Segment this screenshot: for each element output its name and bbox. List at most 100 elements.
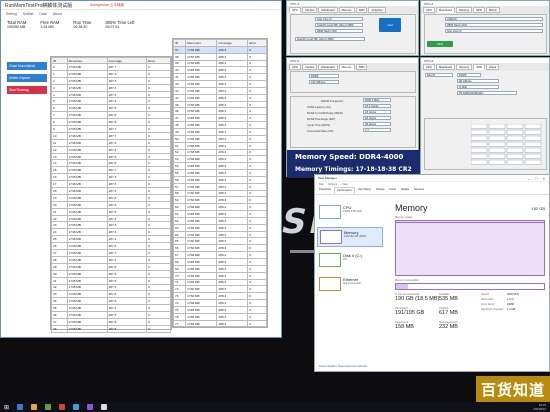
table-row[interactable]: 55 1738 MB 288.3 0	[172, 169, 267, 177]
table-row[interactable]: 52 1738 MB 288.3 0	[172, 148, 267, 157]
table-row[interactable]: 69 1738 MB 288.3 0	[172, 264, 267, 273]
table-row[interactable]: 40 1738 MB 288.4 0	[172, 66, 267, 75]
tab-spd[interactable]: SPD	[355, 64, 368, 70]
tab-cpu[interactable]: CPU	[289, 64, 301, 70]
tab-graphics[interactable]: Graphics	[368, 7, 386, 13]
table-row[interactable]: 27 1738 MB 287.7 0	[51, 249, 171, 257]
table-row[interactable]: 17 1738 MB 287.5 0	[51, 180, 171, 189]
table-row[interactable]: 8 1738 MB 287.6 0	[51, 118, 171, 127]
table-row[interactable]: 73 1738 MB 288.4 0	[172, 292, 267, 301]
table-row[interactable]: 64 1738 MB 288.2 0	[172, 230, 267, 239]
table-row[interactable]: 54 1738 MB 288.2 0	[172, 162, 267, 171]
table-row[interactable]: 60 1738 MB 288.2 0	[172, 203, 267, 212]
table-row[interactable]: 36 1738 MB 287.5 0	[51, 311, 171, 319]
menu-item-settlist[interactable]: Settlist	[23, 12, 34, 16]
table-row[interactable]: 49 1738 MB 288.1 0	[172, 127, 267, 136]
table-row[interactable]: 24 1738 MB 287.6 0	[51, 228, 171, 237]
fewer-details-link[interactable]: Fewer details | Open Resource Monitor	[319, 364, 368, 368]
tab-performance[interactable]: Performance	[334, 187, 355, 194]
table-row[interactable]: 4 1738 MB 287.5 0	[51, 90, 171, 99]
tab-memory[interactable]: Memory	[338, 7, 355, 13]
table-row[interactable]: 47 1738 MB 288.4 0	[172, 114, 267, 123]
menu-file[interactable]: File	[319, 183, 323, 186]
tab-caches[interactable]: Caches	[301, 64, 318, 70]
table-row[interactable]: 33 1738 MB 287.6 0	[51, 290, 171, 299]
table-row[interactable]: 31 1738 MB 287.5 0	[51, 276, 171, 285]
tab-memory[interactable]: Memory	[338, 64, 355, 70]
tab-memory[interactable]: Memory	[456, 64, 473, 70]
tab-about[interactable]: About	[486, 64, 500, 70]
tab-spd[interactable]: SPD	[355, 7, 368, 13]
tab-spd[interactable]: SPD	[473, 7, 485, 13]
taskbar-app-icon[interactable]	[45, 404, 52, 410]
table-row[interactable]: 46 1738 MB 288.3 0	[172, 107, 267, 116]
tab-cpu[interactable]: CPU	[289, 7, 301, 13]
table-row[interactable]: 66 1738 MB 288.3 0	[172, 244, 267, 253]
taskbar-clock[interactable]: 18:23 2024/5/12	[534, 403, 546, 411]
table-row[interactable]: 45 1738 MB 288.2 0	[172, 100, 267, 109]
tab-mainboard[interactable]: Mainboard	[318, 7, 338, 13]
taskbar-app-icon[interactable]	[17, 404, 24, 410]
tab-details[interactable]: Details	[399, 187, 411, 194]
tab-cpu[interactable]: CPU	[423, 64, 435, 70]
task-manager-titlebar[interactable]: Task Manager – □ ×	[315, 175, 549, 182]
col-coverage-header[interactable]: Coverage	[216, 39, 249, 47]
table-row[interactable]: 15 1738 MB 287.7 0	[51, 166, 171, 175]
table-row[interactable]: 21 1738 MB 287.5 0	[51, 207, 171, 216]
tab-memory[interactable]: Memory	[456, 7, 473, 13]
runmemtest-titlebar[interactable]: RunMemTestPro麒麟体测试版 BrangHorse 云平绿娱	[1, 1, 281, 10]
delete-capture-button[interactable]: Delete Capture	[7, 74, 47, 82]
table-row[interactable]: 61 1738 MB 288.3 0	[172, 210, 267, 218]
table-row[interactable]: 1 1738 MB 287.3 0	[51, 69, 171, 78]
taskbar-app-icon[interactable]	[31, 404, 38, 410]
menu-options[interactable]: Options	[328, 183, 337, 186]
table-row[interactable]: 37 1738 MB 287.6 0	[51, 317, 171, 326]
table-row[interactable]: 10 1738 MB 287.7 0	[51, 131, 171, 140]
table-row[interactable]: 59 1738 MB 288.3 0	[172, 196, 267, 205]
table-row[interactable]: 37 1738 MB 288.3 0	[172, 45, 267, 54]
menu-item-about[interactable]: About	[53, 12, 62, 16]
table-row[interactable]: 34 1738 MB 287.5 0	[51, 297, 171, 306]
close-munch-button[interactable]: Close Munch(test)	[7, 62, 47, 70]
table-row[interactable]: 68 1738 MB 288.4 0	[172, 258, 267, 266]
table-row[interactable]: 48 1738 MB 288.3 0	[172, 121, 267, 129]
table-row[interactable]: 9 1738 MB 287.7 0	[51, 125, 171, 133]
table-row[interactable]: 74 1738 MB 288.3 0	[172, 299, 267, 307]
table-row[interactable]: 70 1738 MB 288.3 0	[172, 271, 267, 280]
table-row[interactable]: 71 1738 MB 288.2 0	[172, 278, 267, 287]
table-row[interactable]: 7 1738 MB 287.6 0	[51, 111, 171, 120]
tab-mainboard[interactable]: Mainboard	[435, 64, 456, 70]
table-row[interactable]: 5 1738 MB 287.4 0	[51, 97, 171, 106]
table-row[interactable]: 50 1738 MB 288.3 0	[172, 134, 267, 143]
menu-item-setting[interactable]: Setting	[6, 12, 17, 16]
table-row[interactable]: 43 1738 MB 288.4 0	[172, 86, 267, 95]
table-row[interactable]: 63 1738 MB 288.4 0	[172, 223, 267, 232]
table-row[interactable]: 2 1738 MB 287.5 0	[51, 76, 171, 85]
sidebar-item-disk[interactable]: Disk 0 (C:) 0%	[317, 251, 383, 271]
table-row[interactable]: 62 1738 MB 288.3 0	[172, 216, 267, 225]
table-row[interactable]: 23 1738 MB 287.5 0	[51, 221, 171, 230]
menu-item-data[interactable]: Data	[39, 12, 46, 16]
table-row[interactable]: 39 1738 MB 288.2 0	[172, 59, 267, 68]
table-row[interactable]: 12 1738 MB 287.4 0	[51, 145, 171, 154]
tab-bench[interactable]: Bench	[486, 7, 500, 13]
table-row[interactable]: 41 1738 MB 288.3 0	[172, 73, 267, 82]
table-row[interactable]: 19 1738 MB 287.3 0	[51, 193, 171, 202]
table-row[interactable]: 38 1738 MB 287.5 0	[51, 324, 171, 333]
tab-mainboard[interactable]: Mainboard	[318, 64, 338, 70]
table-row[interactable]: 32 1738 MB 287.3 0	[51, 283, 171, 292]
table-row[interactable]: 22 1738 MB 287.4 0	[51, 214, 171, 223]
table-row[interactable]: 25 1738 MB 287.4 0	[51, 235, 171, 244]
tab-processes[interactable]: Processes	[317, 187, 333, 194]
tab-spd[interactable]: SPD	[473, 64, 485, 70]
table-row[interactable]: 6 1738 MB 287.5 0	[51, 104, 171, 113]
taskbar-app-icon[interactable]	[59, 404, 66, 410]
taskbar-app-icon[interactable]	[73, 404, 80, 410]
tab-caches[interactable]: Caches	[301, 7, 318, 13]
table-row[interactable]: 72 1738 MB 288.3 0	[172, 285, 267, 294]
table-row[interactable]: 16 1738 MB 287.2 0	[51, 173, 171, 182]
table-row[interactable]: 38 1738 MB 288.3 0	[172, 52, 267, 61]
sidebar-item-ethernet[interactable]: Ethernet Not connected	[317, 275, 383, 295]
col-error-header[interactable]: Error	[247, 39, 267, 47]
close-icon[interactable]: ×	[543, 176, 545, 181]
